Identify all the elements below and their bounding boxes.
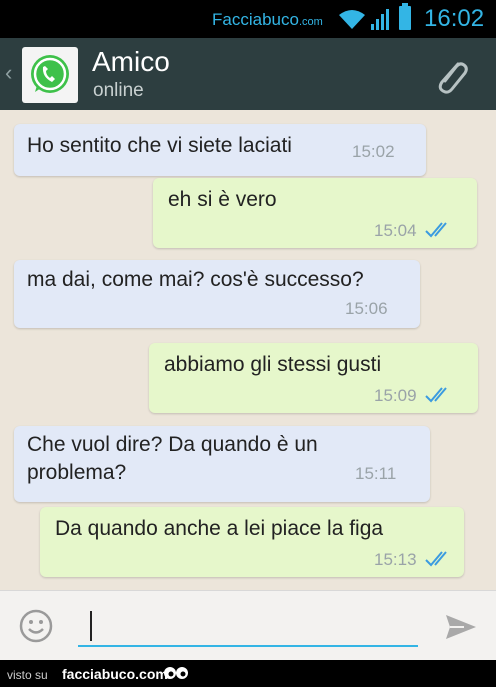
contact-status: online bbox=[93, 80, 144, 101]
message-text: Che vuol dire? Da quando è un problema? bbox=[27, 433, 318, 484]
message-time: 15:11 bbox=[355, 464, 397, 483]
footer-site-link[interactable]: facciabuco.com bbox=[62, 666, 168, 682]
read-ticks-icon bbox=[425, 387, 447, 403]
read-ticks-icon bbox=[425, 222, 447, 238]
watermark-text: Facciabuco.com bbox=[212, 10, 323, 29]
message-text: eh si è vero bbox=[168, 188, 277, 211]
chat-header: ‹ Amico online bbox=[0, 38, 496, 110]
message-text: Da quando anche a lei piace la figa bbox=[55, 517, 384, 540]
message-list[interactable]: Ho sentito che vi siete laciati 15:02 eh… bbox=[0, 110, 496, 590]
message-text: Ho sentito che vi siete laciati bbox=[27, 134, 292, 157]
message-bubble-incoming[interactable]: ma dai, come mai? cos'è successo? 15:06 bbox=[14, 260, 420, 328]
whatsapp-icon bbox=[31, 55, 69, 93]
footer-bar: visto su facciabuco.com bbox=[0, 660, 496, 687]
message-text: ma dai, come mai? cos'è successo? bbox=[27, 268, 364, 291]
send-icon[interactable] bbox=[444, 613, 478, 641]
contact-name[interactable]: Amico bbox=[92, 46, 170, 78]
avatar[interactable] bbox=[22, 47, 78, 103]
emoji-icon[interactable] bbox=[19, 609, 53, 643]
compose-bar bbox=[0, 590, 496, 661]
footer-visto-label: visto su bbox=[7, 668, 48, 682]
signal-icon bbox=[371, 9, 389, 30]
message-time: 15:06 bbox=[345, 299, 388, 318]
message-bubble-outgoing[interactable]: abbiamo gli stessi gusti 15:09 bbox=[149, 343, 478, 413]
message-time: 15:13 bbox=[374, 550, 417, 569]
message-bubble-incoming[interactable]: Che vuol dire? Da quando è un problema? … bbox=[14, 426, 430, 502]
message-bubble-outgoing[interactable]: Da quando anche a lei piace la figa 15:1… bbox=[40, 507, 464, 577]
message-time: 15:09 bbox=[374, 386, 417, 405]
message-time: 15:02 bbox=[352, 142, 395, 161]
message-input[interactable] bbox=[78, 607, 418, 647]
message-time: 15:04 bbox=[374, 221, 417, 240]
status-bar: Facciabuco.com 16:02 bbox=[0, 0, 496, 38]
back-chevron-icon[interactable]: ‹ bbox=[5, 60, 12, 86]
message-text: abbiamo gli stessi gusti bbox=[164, 353, 382, 376]
eyes-logo-icon bbox=[164, 667, 188, 679]
read-ticks-icon bbox=[425, 551, 447, 567]
message-bubble-outgoing[interactable]: eh si è vero 15:04 bbox=[153, 178, 477, 248]
wifi-icon bbox=[339, 10, 365, 29]
battery-icon bbox=[399, 3, 411, 30]
message-bubble-incoming[interactable]: Ho sentito che vi siete laciati 15:02 bbox=[14, 124, 426, 176]
paperclip-icon[interactable] bbox=[432, 56, 472, 96]
text-cursor bbox=[90, 611, 92, 641]
status-clock: 16:02 bbox=[424, 5, 485, 32]
